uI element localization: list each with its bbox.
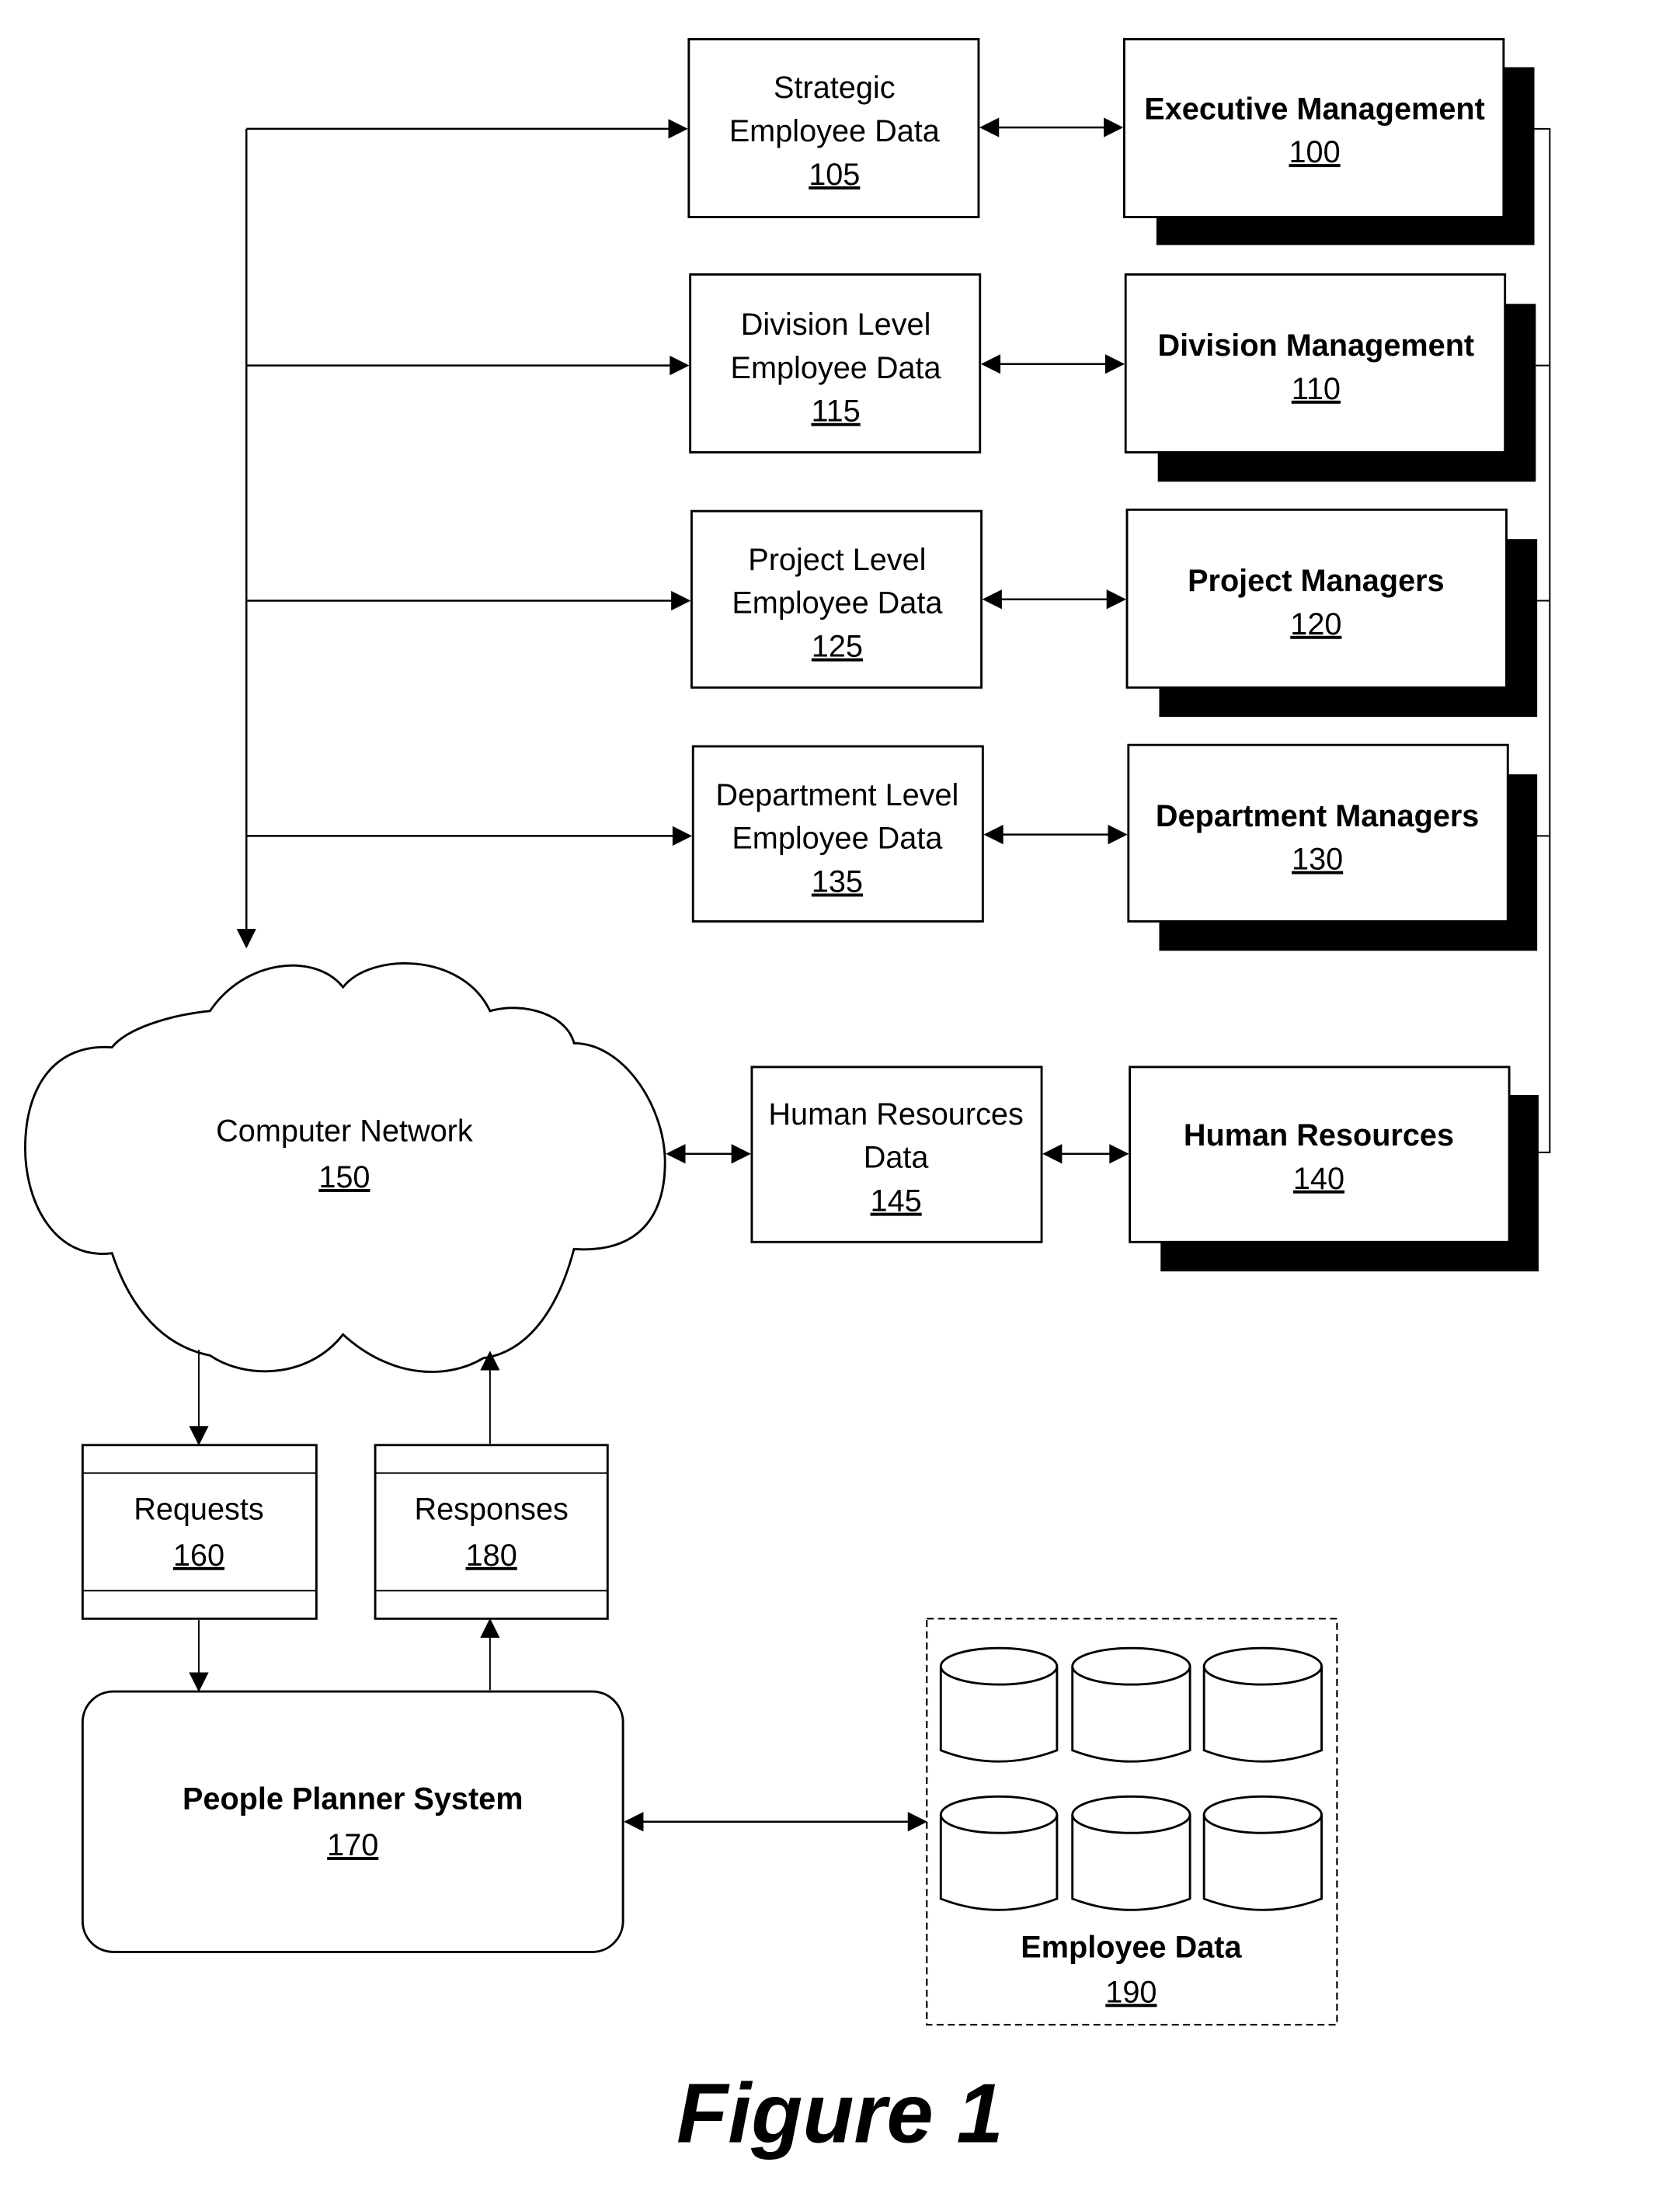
role-box-140: Human Resources 140	[1129, 1065, 1539, 1272]
employee-data-label: Employee Data	[1021, 1931, 1242, 1965]
data-box-label: Employee Data	[732, 822, 943, 856]
ref-number: 125	[812, 630, 863, 664]
database-icon	[1202, 1795, 1323, 1911]
network-label: Computer Network	[216, 1114, 473, 1148]
data-box-label: Employee Data	[731, 351, 942, 385]
ref-number: 160	[173, 1538, 224, 1573]
figure-caption: Figure 1	[677, 2067, 1003, 2161]
system-diagram: Strategic Employee Data 105 Executive Ma…	[24, 38, 1551, 2161]
role-box-label: Human Resources	[1184, 1118, 1454, 1152]
computer-network-cloud: Computer Network 150	[24, 962, 666, 1373]
role-box-label: Executive Management	[1144, 92, 1485, 126]
requests-queue: Requests 160	[81, 1444, 318, 1620]
data-box-label: Human Resources	[768, 1097, 1023, 1132]
data-box-145: Human Resources Data 145	[750, 1065, 1043, 1243]
ref-number: 140	[1293, 1162, 1344, 1196]
ref-number: 145	[871, 1184, 922, 1218]
ref-number: 150	[318, 1160, 370, 1194]
database-icon	[939, 1646, 1059, 1763]
role-box-130: Department Managers 130	[1127, 743, 1538, 951]
ref-number: 180	[466, 1538, 517, 1573]
employee-data-store: Employee Data 190	[926, 1618, 1338, 2026]
data-box-115: Division Level Employee Data 115	[689, 273, 982, 454]
responses-label: Responses	[414, 1492, 568, 1526]
data-box-125: Project Level Employee Data 125	[690, 509, 983, 689]
data-box-label: Strategic	[774, 71, 895, 105]
ref-number: 135	[812, 865, 863, 899]
responses-queue: Responses 180	[374, 1444, 609, 1620]
ref-number: 120	[1290, 607, 1341, 641]
ref-number: 105	[809, 158, 860, 192]
database-icon	[1202, 1646, 1323, 1763]
data-box-135: Department Level Employee Data 135	[691, 745, 984, 923]
role-box-100: Executive Management 100	[1122, 38, 1535, 245]
database-icon	[1071, 1646, 1191, 1763]
data-box-label: Employee Data	[732, 586, 943, 621]
data-box-label: Data	[864, 1141, 930, 1175]
data-box-label: Project Level	[748, 543, 926, 577]
ref-number: 190	[1105, 1975, 1157, 2009]
ref-number: 130	[1292, 843, 1343, 877]
requests-label: Requests	[134, 1492, 264, 1526]
role-box-120: Project Managers 120	[1125, 508, 1538, 718]
ref-number: 100	[1289, 135, 1340, 169]
role-box-110: Division Management 110	[1124, 273, 1536, 482]
ref-number: 170	[327, 1828, 378, 1862]
role-box-label: Project Managers	[1188, 564, 1445, 598]
data-box-label: Department Level	[715, 778, 958, 812]
database-icon	[1071, 1795, 1191, 1911]
role-box-label: Division Management	[1158, 329, 1475, 363]
ref-number: 115	[811, 395, 860, 429]
people-planner-system: People Planner System 170	[81, 1690, 624, 1953]
data-box-label: Division Level	[741, 308, 931, 342]
role-box-label: Department Managers	[1156, 799, 1479, 833]
database-icon	[939, 1795, 1059, 1911]
ref-number: 110	[1292, 372, 1341, 406]
data-box-label: Employee Data	[729, 114, 941, 148]
data-box-105: Strategic Employee Data 105	[687, 38, 980, 218]
system-label: People Planner System	[183, 1782, 523, 1816]
